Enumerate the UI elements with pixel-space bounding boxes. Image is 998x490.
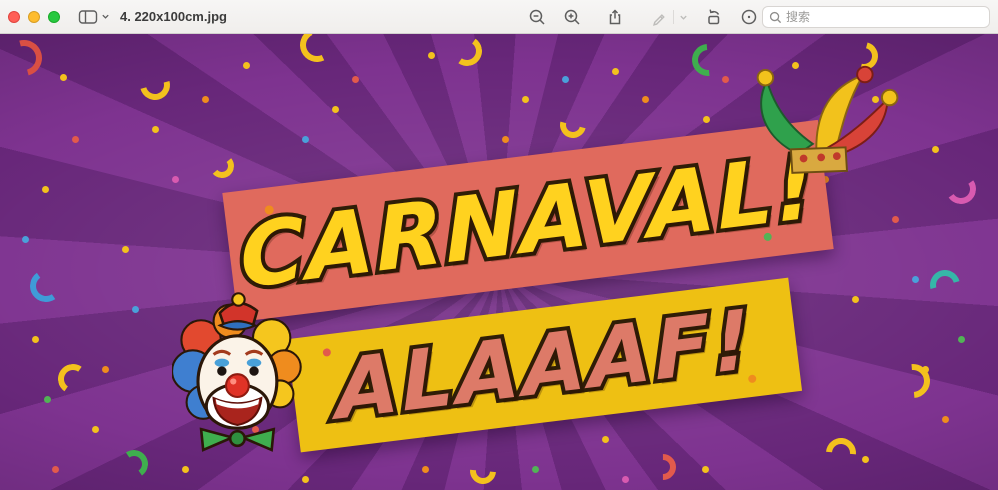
markup-pen-icon: [651, 9, 668, 26]
titlebar: 4. 220x100cm.jpg: [0, 0, 998, 34]
toolbar: [528, 0, 758, 34]
streamer-icon: [0, 34, 49, 83]
jester-hat-icon: [735, 52, 915, 218]
streamer-icon: [645, 449, 682, 486]
streamer-icon: [56, 362, 91, 397]
rotate-left-icon[interactable]: [705, 8, 723, 26]
streamer-icon: [555, 107, 591, 143]
markup-button[interactable]: [651, 9, 688, 26]
image-viewer: CARNAVAL! ALAAAF!: [0, 34, 998, 490]
annotate-circle-icon[interactable]: [740, 8, 758, 26]
close-button[interactable]: [8, 11, 20, 23]
streamer-icon: [135, 65, 176, 106]
streamer-icon: [450, 34, 485, 68]
clown-face-icon: [172, 286, 307, 457]
preview-window: 4. 220x100cm.jpg: [0, 0, 998, 490]
streamer-icon: [944, 172, 979, 207]
streamer-icon: [889, 357, 937, 405]
zoom-window-button[interactable]: [48, 11, 60, 23]
window-title: 4. 220x100cm.jpg: [120, 9, 227, 24]
markup-chevron-icon: [679, 13, 688, 22]
streamer-icon: [925, 265, 966, 306]
chevron-down-icon: [101, 12, 110, 21]
search-icon: [769, 11, 782, 24]
search-field[interactable]: [762, 6, 990, 28]
streamer-icon: [820, 432, 862, 474]
banner-dot: [322, 348, 331, 357]
streamer-icon: [465, 453, 502, 490]
minimize-button[interactable]: [28, 11, 40, 23]
alaaaf-text: ALAAAF!: [333, 292, 755, 438]
sidebar-icon: [78, 9, 98, 25]
confetti-dots: [0, 34, 7, 41]
carnaval-text: CARNAVAL!: [237, 134, 819, 308]
share-icon[interactable]: [606, 8, 624, 26]
streamer-icon: [118, 448, 150, 480]
zoom-in-icon[interactable]: [563, 8, 581, 26]
zoom-out-icon[interactable]: [528, 8, 546, 26]
divider: [673, 10, 674, 24]
streamer-icon: [295, 34, 339, 67]
search-input[interactable]: [786, 10, 983, 24]
streamer-icon: [209, 153, 235, 179]
sidebar-toggle[interactable]: [78, 9, 110, 25]
streamer-icon: [685, 37, 730, 82]
streamer-icon: [27, 267, 64, 304]
